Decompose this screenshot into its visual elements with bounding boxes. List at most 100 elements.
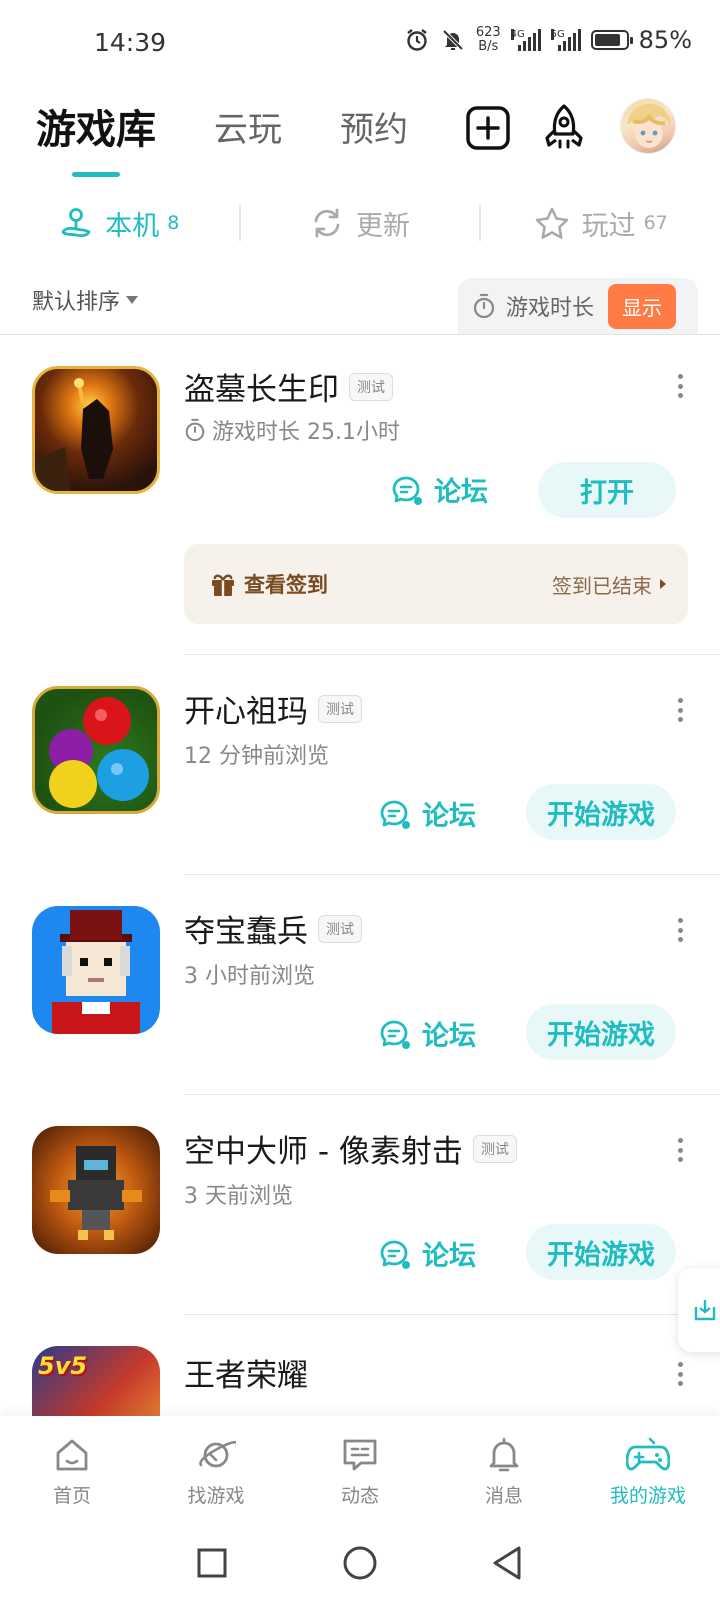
game-title: 夺宝蠢兵 测试 [184, 906, 362, 951]
rocket-icon [545, 104, 583, 149]
bell-icon [489, 1437, 519, 1471]
top-tabs: 游戏库 云玩 预约 [36, 96, 466, 177]
chevron-right-icon [660, 579, 666, 589]
forum-label: 论坛 [422, 801, 476, 832]
sort-dropdown[interactable]: 默认排序 [32, 284, 139, 316]
tab-cloud-play[interactable]: 云玩 [214, 102, 282, 151]
nav-discover[interactable]: 找游戏 [144, 1416, 288, 1526]
game-icon-sky-master[interactable] [32, 1126, 160, 1254]
forum-chat-icon [380, 800, 410, 829]
nav-home[interactable]: 首页 [0, 1416, 144, 1526]
test-tag: 测试 [318, 914, 362, 943]
signin-status: 签到已结束 [552, 570, 666, 599]
nav-home-label: 首页 [52, 1484, 91, 1507]
signin-card[interactable]: 查看签到 签到已结束 [184, 544, 688, 624]
forum-label: 论坛 [434, 477, 488, 508]
nav-feed[interactable]: 动态 [288, 1416, 432, 1526]
test-tag: 测试 [472, 1134, 517, 1163]
more-options-button[interactable] [670, 1358, 690, 1390]
game-name: 空中大师 - 像素射击 [184, 1134, 463, 1170]
alarm-icon [407, 29, 427, 51]
nav-messages[interactable]: 消息 [432, 1416, 576, 1526]
forum-label: 论坛 [422, 1021, 476, 1052]
home-system-button[interactable] [340, 1543, 380, 1583]
game-meta-text: 游戏时长 25.1小时 [212, 420, 400, 445]
divider [184, 1094, 720, 1095]
more-options-button[interactable] [670, 370, 690, 402]
game-title: 空中大师 - 像素射击 测试 [184, 1126, 517, 1171]
game-icon-badge: 5v5 [38, 1352, 88, 1380]
tab-reservation[interactable]: 预约 [340, 102, 408, 151]
add-square-icon [466, 106, 510, 150]
game-name: 王者荣耀 [184, 1358, 308, 1394]
start-game-button[interactable]: 开始游戏 [526, 1004, 676, 1060]
user-avatar[interactable] [620, 98, 676, 154]
game-icon-tomb[interactable] [32, 366, 160, 494]
nav-my-games-label: 我的游戏 [609, 1484, 686, 1507]
nav-my-games[interactable]: 我的游戏 [576, 1416, 720, 1526]
signin-label: 查看签到 [244, 573, 328, 597]
game-title: 开心祖玛 测试 [184, 686, 362, 731]
game-meta-text: 12 分钟前浏览 [184, 744, 329, 769]
game-item[interactable]: 5v5 王者荣耀 [0, 1346, 720, 1416]
game-meta-text: 3 小时前浏览 [184, 964, 315, 989]
back-button[interactable] [488, 1543, 528, 1583]
subtab-played-label: 玩过 [581, 210, 636, 242]
more-options-button[interactable] [670, 694, 690, 726]
forum-button[interactable]: 论坛 [378, 794, 476, 833]
game-art [50, 1146, 142, 1240]
sub-tabs: 本机 8 更新 玩过 67 [0, 198, 720, 248]
game-icon-treasure[interactable] [32, 906, 160, 1034]
star-icon [535, 207, 568, 239]
game-title: 盗墓长生印 测试 [184, 364, 393, 409]
playtime-label: 游戏时长 [506, 296, 595, 321]
subtab-local[interactable]: 本机 8 [0, 204, 239, 243]
game-name: 夺宝蠢兵 [184, 914, 308, 950]
start-game-button[interactable]: 开始游戏 [526, 784, 676, 840]
game-icon-zuma[interactable] [32, 686, 160, 814]
subtab-update[interactable]: 更新 [241, 204, 480, 243]
recents-button[interactable] [192, 1543, 232, 1583]
battery-icon [590, 30, 633, 50]
signal-4g-label: 4G [510, 29, 525, 40]
forum-button[interactable]: 论坛 [378, 1014, 476, 1053]
test-tag: 测试 [318, 694, 362, 723]
status-bar: 14:39 623 B/s 4G 5G 85% [0, 0, 720, 88]
tab-game-library[interactable]: 游戏库 [36, 97, 156, 177]
system-navigation [0, 1526, 720, 1600]
forum-button[interactable]: 论坛 [390, 470, 488, 509]
game-name: 盗墓长生印 [184, 372, 339, 408]
game-meta-text: 3 天前浏览 [184, 1184, 293, 1209]
game-art [35, 378, 113, 491]
game-name: 开心祖玛 [184, 694, 308, 730]
network-speed: 623 B/s [476, 26, 501, 54]
rocket-button[interactable] [536, 100, 592, 156]
battery-percent: 85% [638, 26, 692, 54]
floating-download-handle[interactable] [678, 1268, 720, 1352]
forum-label: 论坛 [422, 1241, 476, 1272]
divider [0, 334, 720, 335]
forum-button[interactable]: 论坛 [378, 1234, 476, 1273]
nav-discover-label: 找游戏 [187, 1484, 245, 1507]
game-icon-honor-of-kings[interactable]: 5v5 [32, 1346, 160, 1416]
planet-icon [199, 1440, 236, 1467]
more-options-button[interactable] [670, 1134, 690, 1166]
bottom-nav: 首页 找游戏 动态 消息 我的游戏 [0, 1416, 720, 1526]
forum-chat-icon [392, 476, 422, 505]
start-game-button[interactable]: 开始游戏 [526, 1224, 676, 1280]
home-icon [56, 1439, 88, 1470]
signin-left: 查看签到 [210, 569, 328, 599]
open-button[interactable]: 打开 [538, 462, 676, 518]
add-game-button[interactable] [460, 100, 516, 156]
show-playtime-button[interactable]: 显示 [608, 283, 677, 329]
more-options-button[interactable] [670, 914, 690, 946]
gift-icon [212, 574, 234, 596]
mute-bell-icon [442, 29, 464, 51]
game-title: 王者荣耀 [184, 1350, 308, 1395]
test-tag: 测试 [349, 372, 393, 401]
network-speed-unit: B/s [478, 39, 499, 54]
subtab-played[interactable]: 玩过 67 [481, 204, 720, 243]
circle-icon [343, 1546, 377, 1580]
game-meta: 游戏时长 25.1小时 [184, 414, 400, 446]
download-icon [694, 1300, 716, 1321]
